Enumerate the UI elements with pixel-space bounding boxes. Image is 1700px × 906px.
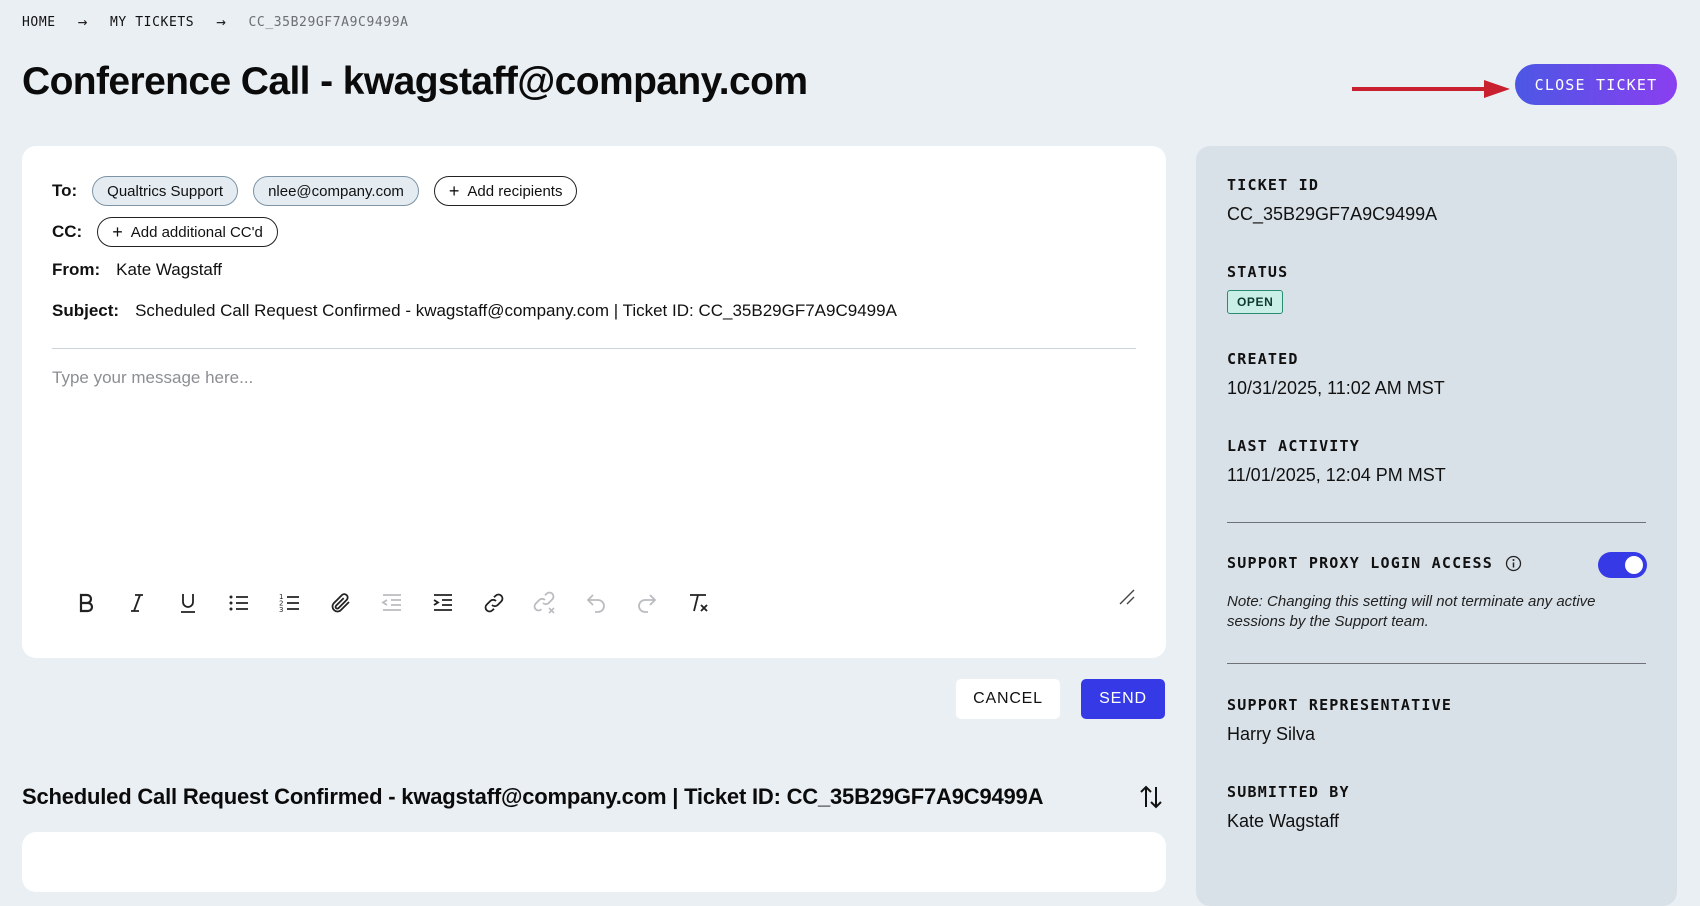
formatting-toolbar: 123: [60, 586, 723, 620]
submitted-by-label: SUBMITTED BY: [1227, 783, 1350, 801]
add-recipients-label: Add recipients: [467, 182, 563, 200]
breadcrumb-my-tickets[interactable]: MY TICKETS: [110, 15, 194, 30]
sort-icon[interactable]: [1137, 783, 1165, 811]
redo-icon[interactable]: [621, 586, 672, 620]
from-row: From: Kate Wagstaff: [52, 260, 222, 280]
to-row: To: Qualtrics Support nlee@company.com +…: [52, 176, 578, 206]
cc-row: CC: + Add additional CC'd: [52, 217, 278, 247]
proxy-note: Note: Changing this setting will not ter…: [1227, 593, 1596, 630]
thread-title: Scheduled Call Request Confirmed - kwags…: [22, 784, 1044, 809]
recipient-chip[interactable]: Qualtrics Support: [92, 176, 239, 206]
breadcrumb: HOME → MY TICKETS → CC_35B29GF7A9C9499A: [22, 14, 409, 30]
resize-handle-icon[interactable]: [1118, 588, 1136, 606]
proxy-access-label: SUPPORT PROXY LOGIN ACCESS: [1227, 554, 1493, 572]
subject-row: Subject: Scheduled Call Request Confirme…: [52, 301, 897, 321]
underline-icon[interactable]: [162, 586, 213, 620]
subject-value: Scheduled Call Request Confirmed - kwags…: [135, 301, 897, 320]
italic-icon[interactable]: [111, 586, 162, 620]
created-label: CREATED: [1227, 350, 1299, 368]
cancel-button[interactable]: CANCEL: [956, 679, 1060, 719]
breadcrumb-home[interactable]: HOME: [22, 15, 56, 30]
indent-icon[interactable]: [417, 586, 468, 620]
attachment-icon[interactable]: [315, 586, 366, 620]
last-activity-value: 11/01/2025, 12:04 PM MST: [1227, 465, 1446, 485]
arrow-right-icon: →: [216, 12, 227, 31]
last-activity-label: LAST ACTIVITY: [1227, 437, 1360, 455]
numbered-list-icon[interactable]: 123: [264, 586, 315, 620]
svg-text:3: 3: [279, 606, 283, 614]
from-value: Kate Wagstaff: [116, 260, 223, 279]
submitted-by-value: Kate Wagstaff: [1227, 811, 1340, 831]
representative-block: SUPPORT REPRESENTATIVE Harry Silva: [1227, 696, 1452, 745]
bullet-list-icon[interactable]: [213, 586, 264, 620]
info-icon[interactable]: [1505, 555, 1522, 572]
link-icon[interactable]: [468, 586, 519, 620]
representative-value: Harry Silva: [1227, 724, 1316, 744]
created-value: 10/31/2025, 11:02 AM MST: [1227, 378, 1445, 398]
clear-format-icon[interactable]: [672, 586, 723, 620]
outdent-icon[interactable]: [366, 586, 417, 620]
status-label: STATUS: [1227, 263, 1289, 281]
add-cc-label: Add additional CC'd: [130, 223, 263, 241]
ticket-id-label: TICKET ID: [1227, 176, 1320, 194]
plus-icon: +: [448, 181, 460, 201]
ticket-details-panel: TICKET ID CC_35B29GF7A9C9499A STATUS OPE…: [1196, 146, 1677, 906]
status-block: STATUS OPEN: [1227, 263, 1288, 314]
cc-label: CC:: [52, 222, 83, 241]
submitted-by-block: SUBMITTED BY Kate Wagstaff: [1227, 783, 1350, 832]
breadcrumb-current-ticket: CC_35B29GF7A9C9499A: [248, 14, 409, 30]
toggle-knob: [1625, 556, 1643, 574]
ticket-id-block: TICKET ID CC_35B29GF7A9C9499A: [1227, 176, 1437, 225]
recipient-chip[interactable]: nlee@company.com: [253, 176, 419, 206]
to-label: To:: [52, 181, 78, 200]
last-activity-block: LAST ACTIVITY 11/01/2025, 12:04 PM MST: [1227, 437, 1446, 486]
proxy-access-toggle[interactable]: [1598, 552, 1647, 578]
divider: [1227, 663, 1646, 664]
unlink-icon[interactable]: [519, 586, 570, 620]
add-recipients-button[interactable]: + Add recipients: [433, 176, 578, 206]
undo-icon[interactable]: [570, 586, 621, 620]
created-block: CREATED 10/31/2025, 11:02 AM MST: [1227, 350, 1445, 399]
message-input[interactable]: [52, 368, 1132, 488]
annotation-arrow-icon: [1352, 80, 1510, 98]
arrow-right-icon: →: [77, 12, 88, 31]
compose-card: To: Qualtrics Support nlee@company.com +…: [22, 146, 1166, 658]
status-badge: OPEN: [1227, 290, 1284, 314]
divider: [52, 348, 1136, 349]
add-cc-button[interactable]: + Add additional CC'd: [97, 217, 278, 247]
from-label: From:: [52, 260, 101, 279]
message-card: [22, 832, 1166, 892]
representative-label: SUPPORT REPRESENTATIVE: [1227, 696, 1453, 714]
divider: [1227, 522, 1646, 523]
plus-icon: +: [112, 222, 123, 242]
close-ticket-button[interactable]: CLOSE TICKET: [1515, 64, 1677, 105]
ticket-id-value: CC_35B29GF7A9C9499A: [1227, 204, 1438, 224]
send-button[interactable]: SEND: [1081, 679, 1165, 719]
bold-icon[interactable]: [60, 586, 111, 620]
subject-label: Subject:: [52, 301, 120, 320]
page-title: Conference Call - kwagstaff@company.com: [22, 60, 808, 103]
proxy-access-row: SUPPORT PROXY LOGIN ACCESS: [1227, 552, 1647, 578]
